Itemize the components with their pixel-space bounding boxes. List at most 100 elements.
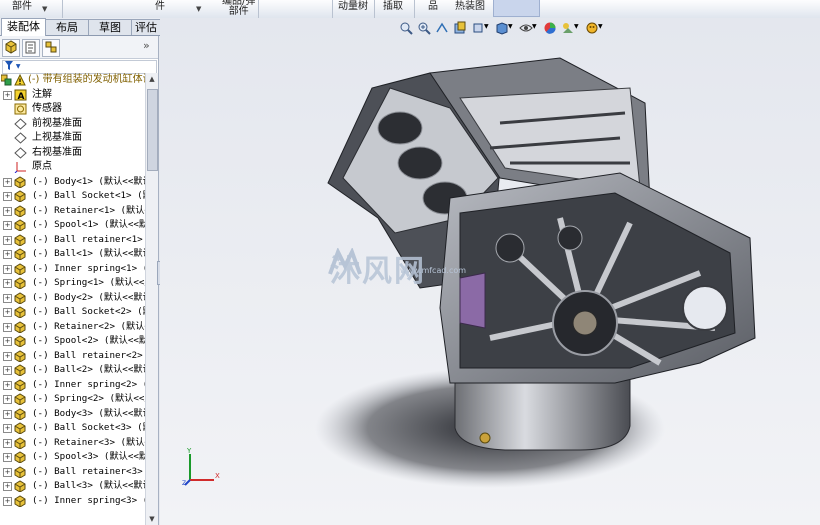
tree-item[interactable]: + A 注解 <box>0 88 145 103</box>
tab-sketch[interactable]: 草图 <box>88 19 132 35</box>
tab-layout[interactable]: 布局 <box>45 19 89 35</box>
expand-icon[interactable]: + <box>3 279 12 288</box>
tree-part-label: (-) Ball Socket<2> (默认 <box>32 306 145 317</box>
assembly-icon <box>0 74 15 86</box>
ribbon-item-component[interactable]: 件 <box>155 0 165 12</box>
tree-part-row[interactable]: + (-) Inner spring<3> (默 <box>0 494 145 509</box>
tree-filter[interactable]: ▼ <box>2 60 157 74</box>
ribbon-item-parts[interactable]: 部件 <box>12 0 32 12</box>
expand-icon[interactable]: + <box>3 308 12 317</box>
expand-icon[interactable]: + <box>3 90 12 100</box>
expand-icon[interactable]: + <box>3 424 12 433</box>
expand-icon[interactable]: + <box>3 322 12 332</box>
tree-part-row[interactable]: + (-) Spool<3> (默认<<默认 <box>0 450 145 465</box>
tree-part-label: (-) Spring<2> (默认<<默 <box>32 393 145 404</box>
tree-part-row[interactable]: + (-) Ball<2> (默认<<默认> <box>0 363 145 378</box>
expand-icon[interactable]: + <box>3 380 12 390</box>
tree-part-row[interactable]: + (-) Inner spring<2> (默 <box>0 378 145 393</box>
expand-icon[interactable]: + <box>3 366 12 375</box>
expand-icon[interactable]: + <box>3 409 12 419</box>
tree-part-row[interactable]: + (-) Inner spring<1> (默 <box>0 262 145 277</box>
tree-part-row[interactable]: + (-) Ball retainer<2> (默 <box>0 349 145 364</box>
tree-part-row[interactable]: + (-) Ball<1> (默认<<默认> <box>0 247 145 262</box>
tree-item[interactable]: 原点 <box>0 160 145 175</box>
chevron-down-icon[interactable]: ▼ <box>42 5 47 13</box>
tree-part-row[interactable]: + (-) Spool<1> (默认<<默认 <box>0 218 145 233</box>
tree-part-row[interactable]: + (-) Body<1> (默认<<默认 <box>0 175 145 190</box>
cylinder-bore-1 <box>377 111 423 145</box>
tree-part-row[interactable]: + (-) Ball Socket<2> (默认 <box>0 305 145 320</box>
expand-icon[interactable]: + <box>3 467 12 477</box>
tree-part-row[interactable]: + (-) Spring<2> (默认<<默 <box>0 392 145 407</box>
expand-icon[interactable]: + <box>3 337 12 346</box>
tree-part-row[interactable]: + (-) Ball retainer<3> (默 <box>0 465 145 480</box>
tree-part-row[interactable]: + (-) Retainer<2> (默认<< <box>0 320 145 335</box>
filter-icon[interactable] <box>5 61 16 73</box>
tree-part-row[interactable]: + (-) Spool<2> (默认<<默认 <box>0 334 145 349</box>
engine-block-model[interactable] <box>160 18 820 525</box>
property-manager-icon[interactable] <box>22 39 40 57</box>
expand-icon[interactable]: + <box>3 235 12 245</box>
tree-part-row[interactable]: + (-) Retainer<3> (默认<< <box>0 436 145 451</box>
tree-root[interactable]: (-) 带有组装的发动机缸体设 <box>0 73 145 88</box>
config-manager-icon[interactable] <box>42 39 60 57</box>
expand-icon[interactable]: + <box>3 192 12 201</box>
watermark-url: www.mfcad.com <box>400 266 467 275</box>
tree-part-row[interactable]: + (-) Body<3> (默认<<默认 <box>0 407 145 422</box>
tab-evaluate[interactable]: 评估 <box>131 19 161 35</box>
tree-part-label: (-) Retainer<2> (默认<< <box>32 320 145 332</box>
expand-icon[interactable]: + <box>3 351 12 361</box>
expand-icon[interactable]: + <box>3 250 12 259</box>
ribbon-item-product[interactable]: 品 <box>428 0 438 12</box>
expand-icon[interactable]: + <box>3 264 12 274</box>
ribbon-separator <box>414 0 415 18</box>
tree-part-label: (-) Ball Socket<1> (默认 <box>32 190 145 201</box>
cam-bore-left <box>495 233 525 263</box>
expand-icon[interactable]: + <box>3 438 12 448</box>
scroll-thumb[interactable] <box>147 89 158 171</box>
tree-item[interactable]: 前视基准面 <box>0 117 145 132</box>
tree-item-label: 前视基准面 <box>32 117 82 129</box>
tree-item[interactable]: 右视基准面 <box>0 146 145 161</box>
tree-root-label: (-) 带有组装的发动机缸体设 <box>28 74 145 85</box>
ribbon-active-button[interactable] <box>493 0 540 17</box>
part-icon <box>14 175 28 189</box>
tree-part-row[interactable]: + (-) Retainer<1> (默认<< <box>0 204 145 219</box>
expand-icon[interactable]: + <box>3 496 12 506</box>
tree-part-row[interactable]: + (-) Ball Socket<3> (默认 <box>0 421 145 436</box>
expand-icon[interactable]: + <box>3 293 12 303</box>
expand-icon[interactable]: + <box>3 395 12 404</box>
ribbon-item-motion[interactable]: 动量树 <box>338 0 368 12</box>
scroll-up-icon[interactable]: ▲ <box>147 73 157 85</box>
tree-item[interactable]: 传感器 <box>0 102 145 117</box>
sensor-icon <box>14 103 28 115</box>
expand-icon[interactable]: + <box>3 482 12 491</box>
chevron-down-icon[interactable]: ▼ <box>196 5 201 13</box>
tree-part-row[interactable]: + (-) Ball retainer<1> (默 <box>0 233 145 248</box>
graphics-viewport[interactable]: ▼ ▼ ▼ ▼ ▼ 沐风网 www.mfcad.com Y X Z <box>160 18 820 525</box>
tree-part-row[interactable]: + (-) Spring<1> (默认<<默 <box>0 276 145 291</box>
tree-part-row[interactable]: + (-) Ball Socket<1> (默认 <box>0 189 145 204</box>
part-icon <box>14 494 28 508</box>
expand-icon[interactable]: + <box>3 221 12 230</box>
ribbon-item-capture[interactable]: 插取 <box>383 0 403 12</box>
part-icon <box>14 349 28 363</box>
plane-icon <box>14 146 28 159</box>
expand-icon[interactable]: + <box>3 453 12 462</box>
feature-manager-icon[interactable] <box>2 39 20 57</box>
ribbon-item-hot[interactable]: 热装图 <box>455 0 485 12</box>
panel-expand-icon[interactable]: » <box>143 39 150 52</box>
tab-assembly[interactable]: 装配体 <box>1 18 46 36</box>
expand-icon[interactable]: + <box>3 206 12 216</box>
gasket-left <box>459 272 486 329</box>
filter-caret[interactable]: ▼ <box>16 63 21 70</box>
ribbon-item-edit-component[interactable]: 编品/弹 部件 <box>222 0 255 17</box>
tree-part-row[interactable]: + (-) Ball<3> (默认<<默认> <box>0 479 145 494</box>
part-icon <box>14 262 28 276</box>
scroll-down-icon[interactable]: ▼ <box>147 513 157 525</box>
tree-item[interactable]: 上视基准面 <box>0 131 145 146</box>
tree-scrollbar[interactable]: ▲ ▼ <box>145 73 158 525</box>
tree-part-row[interactable]: + (-) Body<2> (默认<<默认 <box>0 291 145 306</box>
tree-part-label: (-) Body<2> (默认<<默认 <box>32 291 145 303</box>
expand-icon[interactable]: + <box>3 177 12 187</box>
